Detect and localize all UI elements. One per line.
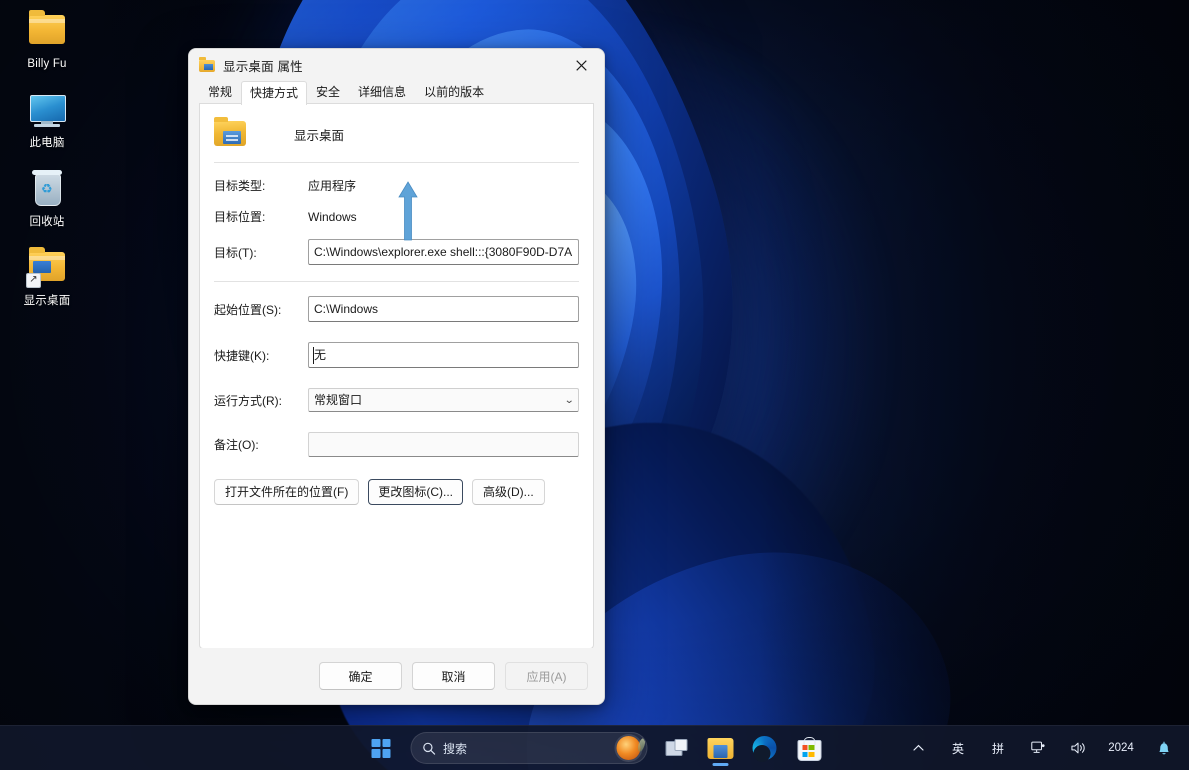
start-in-label: 起始位置(S): xyxy=(214,301,308,318)
desktop-icon-list: Billy Fu 此电脑 ♻ 回收站 ↗ 显示桌面 xyxy=(6,6,86,322)
desktop-icon-label: 此电脑 xyxy=(8,136,86,150)
store-icon xyxy=(797,737,819,759)
target-label: 目标(T): xyxy=(214,244,308,261)
notification-button[interactable] xyxy=(1145,731,1183,765)
network-button[interactable] xyxy=(1019,731,1057,765)
desktop-icon-recycle-bin[interactable]: ♻ 回收站 xyxy=(6,164,88,233)
file-explorer-icon xyxy=(707,738,733,759)
properties-dialog[interactable]: 显示桌面 属性 常规 快捷方式 安全 详细信息 以前的版本 显示桌面 xyxy=(188,48,605,705)
target-location-label: 目标位置: xyxy=(214,208,308,225)
dialog-footer: 确定 取消 应用(A) xyxy=(189,648,604,704)
volume-button[interactable] xyxy=(1059,731,1097,765)
bell-icon xyxy=(1157,741,1171,756)
shortcut-folder-icon xyxy=(214,118,250,150)
network-icon xyxy=(1031,741,1046,755)
target-type-value: 应用程序 xyxy=(308,177,356,194)
desktop-icon-billy-fu[interactable]: Billy Fu xyxy=(6,6,88,75)
target-input[interactable]: C:\Windows\explorer.exe shell:::{3080F90… xyxy=(308,239,579,265)
tab-details[interactable]: 详细信息 xyxy=(349,81,415,104)
windows-logo-icon xyxy=(372,739,391,758)
row-shortcut-key: 快捷键(K): 无 xyxy=(200,342,593,368)
shortcut-tab-panel: 显示桌面 目标类型: 应用程序 目标位置: Windows 目标(T): C:\… xyxy=(199,104,594,649)
comment-label: 备注(O): xyxy=(214,436,308,453)
microsoft-edge-button[interactable] xyxy=(744,728,784,768)
desktop-icon-label: 回收站 xyxy=(8,215,86,229)
ok-button[interactable]: 确定 xyxy=(319,662,402,690)
tab-previous-versions[interactable]: 以前的版本 xyxy=(415,81,493,104)
ime-mode-button[interactable]: 英 xyxy=(939,731,977,765)
clock-text: 2024 xyxy=(1108,742,1134,755)
folder-properties-icon xyxy=(199,58,215,73)
advanced-button[interactable]: 高级(D)... xyxy=(472,479,545,505)
shortcut-header: 显示桌面 xyxy=(200,104,593,162)
task-view-button[interactable] xyxy=(656,728,696,768)
desktop[interactable]: Billy Fu 此电脑 ♻ 回收站 ↗ 显示桌面 xyxy=(0,0,1189,770)
search-icon xyxy=(422,742,435,755)
this-pc-icon xyxy=(25,91,69,131)
dialog-titlebar[interactable]: 显示桌面 属性 xyxy=(189,49,604,81)
start-button[interactable] xyxy=(361,728,401,768)
fields-divider xyxy=(214,281,579,282)
change-icon-button[interactable]: 更改图标(C)... xyxy=(368,479,463,505)
desktop-icon-label: 显示桌面 xyxy=(8,294,86,308)
system-tray: 英 拼 2024 xyxy=(899,731,1183,765)
tab-general[interactable]: 常规 xyxy=(199,81,241,104)
folder-shortcut-icon: ↗ xyxy=(25,249,69,289)
tab-shortcut[interactable]: 快捷方式 xyxy=(241,81,307,105)
speaker-icon xyxy=(1071,741,1086,755)
header-divider xyxy=(214,162,579,163)
file-explorer-button[interactable] xyxy=(700,728,740,768)
search-placeholder: 搜索 xyxy=(443,740,467,757)
row-comment: 备注(O): xyxy=(200,432,593,457)
comment-input[interactable] xyxy=(308,432,579,457)
apply-button[interactable]: 应用(A) xyxy=(505,662,588,690)
desktop-icon-show-desktop[interactable]: ↗ 显示桌面 xyxy=(6,243,88,312)
microsoft-store-button[interactable] xyxy=(788,728,828,768)
tray-overflow-button[interactable] xyxy=(899,731,937,765)
shortcut-key-input[interactable]: 无 xyxy=(308,342,579,368)
weather-orb-icon[interactable] xyxy=(616,736,640,760)
taskbar-center-group: 搜索 xyxy=(361,728,828,768)
shortcut-action-buttons: 打开文件所在的位置(F) 更改图标(C)... 高级(D)... xyxy=(200,479,593,505)
desktop-icon-label: Billy Fu xyxy=(8,57,86,71)
chevron-down-icon: ⌄ xyxy=(564,389,574,412)
ime-pinyin-button[interactable]: 拼 xyxy=(979,731,1017,765)
up-arrow-annotation xyxy=(396,180,420,242)
shortcut-key-label: 快捷键(K): xyxy=(214,347,308,364)
run-mode-value: 常规窗口 xyxy=(314,389,362,412)
run-mode-label: 运行方式(R): xyxy=(214,392,308,409)
open-file-location-button[interactable]: 打开文件所在的位置(F) xyxy=(214,479,359,505)
cancel-button[interactable]: 取消 xyxy=(412,662,495,690)
folder-icon xyxy=(25,12,69,52)
edge-icon xyxy=(752,736,776,760)
search-input[interactable]: 搜索 xyxy=(410,732,647,764)
row-start-in: 起始位置(S): C:\Windows xyxy=(200,296,593,322)
task-view-icon xyxy=(665,739,687,757)
dialog-title: 显示桌面 属性 xyxy=(223,56,303,75)
run-mode-select[interactable]: 常规窗口 ⌄ xyxy=(308,388,579,412)
row-target: 目标(T): C:\Windows\explorer.exe shell:::{… xyxy=(200,239,593,265)
taskbar: 搜索 xyxy=(0,725,1189,770)
recycle-bin-icon: ♻ xyxy=(25,170,69,210)
dialog-tabs[interactable]: 常规 快捷方式 安全 详细信息 以前的版本 xyxy=(189,81,604,104)
desktop-icon-this-pc[interactable]: 此电脑 xyxy=(6,85,88,154)
tab-security[interactable]: 安全 xyxy=(307,81,349,104)
chevron-up-icon xyxy=(913,744,924,752)
row-run-mode: 运行方式(R): 常规窗口 ⌄ xyxy=(200,388,593,412)
shortcut-name: 显示桌面 xyxy=(294,125,344,144)
target-type-label: 目标类型: xyxy=(214,177,308,194)
close-icon[interactable] xyxy=(559,49,604,81)
start-in-input[interactable]: C:\Windows xyxy=(308,296,579,322)
target-location-value: Windows xyxy=(308,210,357,224)
clock-button[interactable]: 2024 xyxy=(1099,731,1143,765)
